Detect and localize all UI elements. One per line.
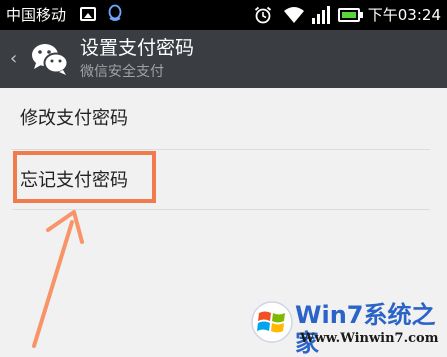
signal-icon: [312, 6, 330, 24]
windows-logo-icon: [251, 301, 293, 343]
wifi-icon: [284, 7, 304, 23]
status-bar: 中国移动 下午03:24: [0, 0, 447, 30]
highlight-box: [13, 151, 156, 203]
list-item-change-password[interactable]: 修改支付密码: [0, 88, 447, 149]
watermark-title: Win7系统之家: [295, 301, 436, 357]
action-bar: ‹ 设置支付密码 微信安全支付: [0, 30, 447, 88]
page-subtitle: 微信安全支付: [80, 64, 164, 80]
divider: [12, 209, 430, 210]
clock: 下午03:24: [367, 6, 441, 24]
qq-icon: [108, 4, 122, 21]
wechat-logo-icon: [32, 44, 69, 75]
list-item-label: 修改支付密码: [20, 108, 128, 129]
page-title: 设置支付密码: [80, 37, 195, 59]
alarm-icon: [254, 6, 272, 24]
back-button[interactable]: ‹: [10, 49, 17, 69]
watermark-url: Www.Winwin7.com: [300, 331, 439, 346]
image-icon: [80, 7, 96, 21]
carrier-name: 中国移动: [6, 6, 67, 24]
battery-icon: [338, 8, 360, 22]
battery-tip: [360, 12, 363, 18]
